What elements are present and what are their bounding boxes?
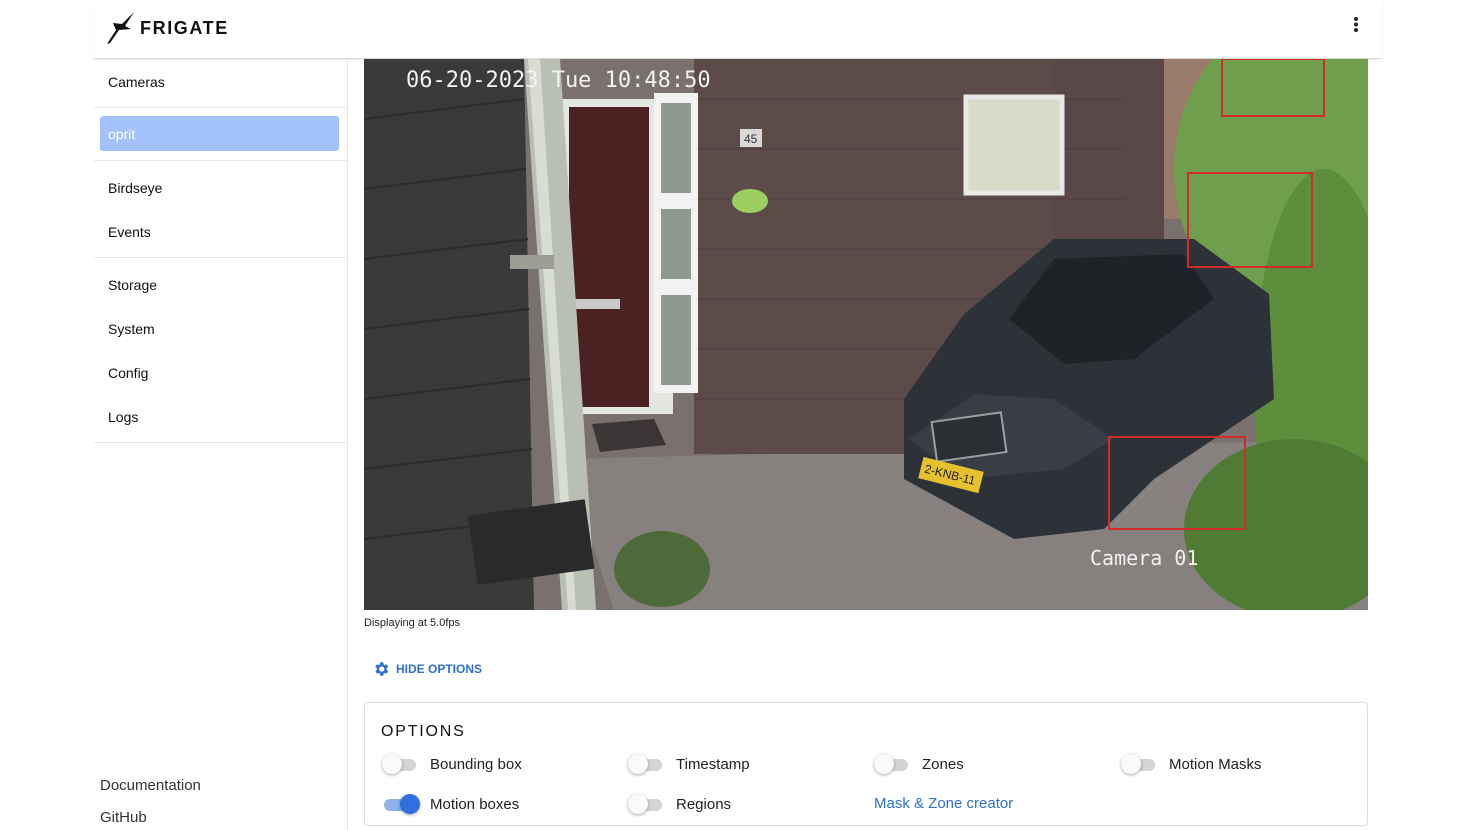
hide-options-button[interactable]: HIDE OPTIONS bbox=[372, 659, 482, 679]
toggle-label: Bounding box bbox=[430, 755, 522, 773]
kebab-menu-icon[interactable] bbox=[1350, 14, 1362, 36]
toggle-regions[interactable]: Regions bbox=[628, 792, 731, 816]
toggle-label: Regions bbox=[676, 795, 732, 813]
hide-options-label: HIDE OPTIONS bbox=[396, 662, 483, 676]
frigate-bird-icon bbox=[107, 12, 134, 44]
sidebar-item-logs[interactable]: Logs bbox=[108, 409, 138, 425]
github-link[interactable]: GitHub bbox=[100, 809, 147, 826]
divider bbox=[94, 442, 347, 443]
options-title: OPTIONS bbox=[381, 723, 466, 740]
sidebar-item-storage[interactable]: Storage bbox=[108, 277, 157, 293]
sidebar-item-system[interactable]: System bbox=[108, 321, 155, 337]
toggle-label: Motion Masks bbox=[1169, 755, 1262, 773]
toggle-switch[interactable] bbox=[1121, 754, 1157, 774]
toggle-zones[interactable]: Zones bbox=[874, 752, 964, 776]
toggle-label: Motion boxes bbox=[430, 795, 520, 813]
camera-feed[interactable]: 45 2-KNB-11 06-20-2023 Tue 10:48:50 Came… bbox=[364, 59, 1368, 610]
toggle-timestamp[interactable]: Timestamp bbox=[628, 752, 750, 776]
toggle-switch[interactable] bbox=[382, 754, 418, 774]
mask-zone-creator-link[interactable]: Mask & Zone creator bbox=[874, 795, 1013, 812]
sidebar-item-birdseye[interactable]: Birdseye bbox=[108, 180, 162, 196]
toggle-label: Zones bbox=[922, 755, 964, 773]
divider bbox=[94, 257, 347, 258]
sidebar-item-events[interactable]: Events bbox=[108, 224, 151, 240]
toggle-label: Timestamp bbox=[676, 755, 750, 773]
options-panel: OPTIONS Bounding box Timestamp Zones Mot… bbox=[364, 702, 1368, 826]
osd-camera-name: Camera 01 bbox=[1090, 546, 1198, 570]
sidebar-item-config[interactable]: Config bbox=[108, 365, 148, 381]
sidebar: Cameras oprit Birdseye Events Storage Sy… bbox=[94, 59, 348, 830]
toggle-switch[interactable] bbox=[628, 754, 664, 774]
house-number: 45 bbox=[744, 132, 758, 146]
divider bbox=[94, 107, 347, 108]
osd-timestamp: 06-20-2023 Tue 10:48:50 bbox=[406, 68, 711, 93]
toggle-switch[interactable] bbox=[628, 794, 664, 814]
toggle-bounding-box[interactable]: Bounding box bbox=[382, 752, 522, 776]
divider bbox=[94, 160, 347, 161]
fps-status: Displaying at 5.0fps bbox=[364, 617, 460, 629]
sidebar-item-label: oprit bbox=[108, 126, 136, 142]
app-title: FRIGATE bbox=[140, 18, 229, 38]
toggle-switch[interactable] bbox=[874, 754, 910, 774]
sidebar-item-oprit[interactable]: oprit bbox=[100, 116, 339, 151]
camera-image: 45 2-KNB-11 06-20-2023 Tue 10:48:50 Came… bbox=[364, 59, 1368, 610]
toggle-switch[interactable] bbox=[382, 794, 420, 814]
app-header: FRIGATE bbox=[94, 0, 1382, 59]
gear-icon bbox=[375, 662, 389, 676]
toggle-motion-masks[interactable]: Motion Masks bbox=[1121, 752, 1262, 776]
sidebar-item-cameras[interactable]: Cameras bbox=[108, 74, 165, 90]
toggle-motion-boxes[interactable]: Motion boxes bbox=[382, 792, 519, 816]
documentation-link[interactable]: Documentation bbox=[100, 777, 201, 794]
